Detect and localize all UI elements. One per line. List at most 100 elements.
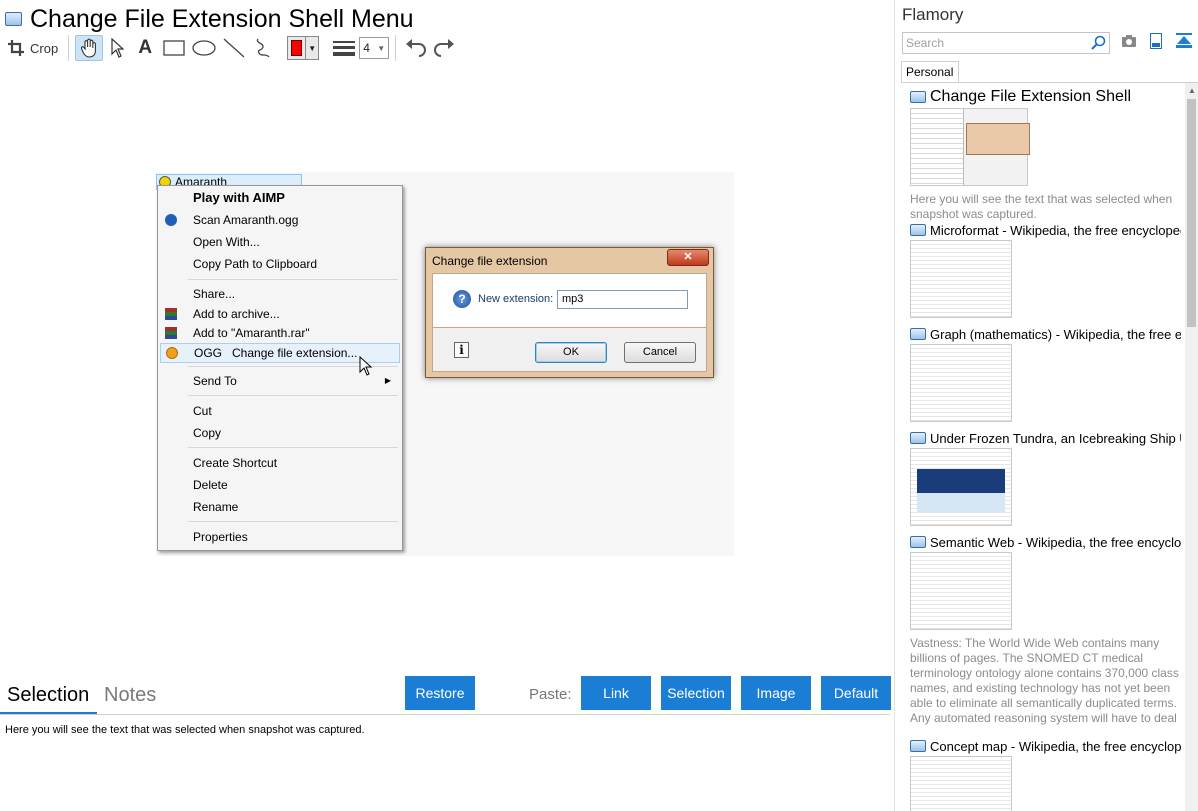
menu-item-label: Copy	[193, 426, 222, 440]
toolbar-separator	[395, 35, 397, 61]
search-input[interactable]: Search	[902, 32, 1110, 54]
snapshot-title-text: Change File Extension Shell	[930, 88, 1132, 105]
snapshot-thumbnail	[910, 108, 1030, 186]
menu-item-play-aimp[interactable]: Play with AIMP	[160, 188, 400, 208]
snapshot-card[interactable]: Change File Extension Shell Here you wil…	[910, 87, 1181, 222]
menu-item-open-with[interactable]: Open With...	[160, 232, 400, 252]
rectangle-tool-button[interactable]	[159, 35, 189, 61]
page-icon	[910, 740, 926, 752]
menu-item-label: Scan Amaranth.ogg	[193, 213, 299, 227]
snapshot-card[interactable]: Concept map - Wikipedia, the free encycl…	[910, 737, 1181, 811]
text-tool-button[interactable]: A	[131, 35, 159, 61]
snapshot-title-text: Graph (mathematics) - Wikipedia, the fre…	[930, 326, 1181, 342]
line-tool-button[interactable]	[219, 35, 249, 61]
dialog-close-button[interactable]: ✕	[667, 249, 709, 266]
snapshot-title: Change File Extension Shell	[910, 87, 1181, 107]
freehand-tool-button[interactable]	[249, 35, 277, 61]
change-extension-dialog: Change file extension ✕ ? New extension:…	[425, 247, 714, 378]
snapshot-card[interactable]: Graph (mathematics) - Wikipedia, the fre…	[910, 325, 1181, 422]
menu-item-cut[interactable]: Cut	[160, 401, 400, 421]
redo-button[interactable]	[430, 35, 458, 61]
restore-button[interactable]: Restore	[405, 676, 475, 710]
menu-item-create-shortcut[interactable]: Create Shortcut	[160, 453, 400, 473]
question-icon: ?	[453, 290, 471, 308]
hand-icon	[81, 38, 97, 58]
snapshot-card[interactable]: Semantic Web - Wikipedia, the free encyc…	[910, 533, 1181, 726]
tab-notes[interactable]: Notes	[104, 684, 156, 707]
toolbar-separator	[68, 35, 70, 61]
paste-selection-button[interactable]: Selection	[661, 676, 731, 710]
tab-selection[interactable]: Selection	[7, 684, 89, 707]
ok-button[interactable]: OK	[535, 342, 607, 363]
crop-label: Crop	[30, 40, 59, 56]
menu-item-rename[interactable]: Rename	[160, 497, 400, 517]
ogg-icon	[166, 347, 178, 359]
undo-icon	[406, 39, 427, 57]
sidebar-tabs-divider	[901, 82, 1198, 83]
scroll-up-icon[interactable]: ▲	[1188, 86, 1196, 95]
info-icon[interactable]: i	[454, 342, 469, 358]
menu-item-add-rar[interactable]: Add to "Amaranth.rar"	[160, 323, 400, 343]
line-width-icon	[333, 41, 356, 56]
bottom-panel: Selection Notes Restore Paste: Link Sele…	[0, 676, 894, 715]
menu-item-label: Cut	[193, 404, 212, 418]
snapshot-list: Change File Extension Shell Here you wil…	[910, 87, 1181, 811]
menu-separator	[188, 447, 398, 448]
tab-personal[interactable]: Personal	[901, 61, 959, 83]
crop-button[interactable]: Crop	[4, 35, 62, 61]
snapshot-thumbnail	[910, 756, 1012, 811]
menu-separator	[188, 521, 398, 522]
camera-icon[interactable]	[1122, 35, 1136, 47]
snapshot-title: Concept map - Wikipedia, the free encycl…	[910, 737, 1181, 755]
ellipse-tool-button[interactable]	[189, 35, 219, 61]
snapshot-title: Under Frozen Tundra, an Icebreaking Ship…	[910, 429, 1181, 447]
paste-image-button[interactable]: Image	[741, 676, 811, 710]
collapse-top-icon[interactable]	[1176, 33, 1192, 49]
snapshot-card[interactable]: Under Frozen Tundra, an Icebreaking Ship…	[910, 429, 1181, 526]
scrollbar-thumb[interactable]	[1187, 99, 1196, 327]
menu-item-copy[interactable]: Copy	[160, 423, 400, 443]
line-width-select[interactable]: 4 ▼	[359, 37, 390, 59]
crop-icon	[8, 40, 24, 56]
menu-item-label: Add to "Amaranth.rar"	[193, 326, 310, 340]
document-icon[interactable]	[1150, 33, 1162, 49]
undo-button[interactable]	[402, 35, 430, 61]
sidebar-scrollbar[interactable]: ▲	[1185, 83, 1198, 811]
page-icon	[910, 536, 926, 548]
menu-item-scan[interactable]: Scan Amaranth.ogg	[160, 210, 400, 230]
menu-item-properties[interactable]: Properties	[160, 527, 400, 547]
menu-item-label: Open With...	[193, 235, 260, 249]
page-title: Change File Extension Shell Menu	[30, 4, 414, 33]
menu-item-add-archive[interactable]: Add to archive...	[160, 304, 400, 324]
snapshot-card[interactable]: Microformat - Wikipedia, the free encycl…	[910, 221, 1181, 318]
menu-item-label: Rename	[193, 500, 239, 514]
color-picker[interactable]: ▼	[287, 36, 320, 60]
menu-item-label: Delete	[193, 478, 228, 492]
winrar-icon	[165, 308, 177, 320]
menu-item-label: Properties	[193, 530, 248, 544]
paste-default-button[interactable]: Default	[821, 676, 891, 710]
text-tool-icon: A	[138, 37, 153, 58]
rectangle-icon	[163, 40, 185, 56]
tabs-divider	[0, 714, 890, 715]
cancel-button[interactable]: Cancel	[624, 342, 696, 363]
select-tool-button[interactable]	[103, 35, 131, 61]
chevron-down-icon: ▼	[305, 37, 318, 59]
menu-item-share[interactable]: Share...	[160, 284, 400, 304]
app-icon	[5, 12, 22, 26]
menu-item-delete[interactable]: Delete	[160, 475, 400, 495]
annotation-toolbar: Crop A ▼ 4 ▼	[4, 34, 458, 62]
page-icon	[910, 224, 926, 236]
snapshot-title-text: Concept map - Wikipedia, the free encycl…	[930, 738, 1181, 754]
menu-separator	[188, 279, 398, 280]
chevron-right-icon: ▶	[384, 376, 391, 385]
redo-icon	[434, 39, 455, 57]
hand-tool-button[interactable]	[75, 35, 104, 61]
line-width-button[interactable]	[329, 35, 359, 61]
flamory-sidebar: Flamory Search Personal ▲ Change File Ex…	[894, 0, 1198, 811]
mouse-cursor-icon	[359, 356, 373, 376]
extension-input[interactable]: mp3	[557, 290, 688, 309]
paste-link-button[interactable]: Link	[581, 676, 651, 710]
snapshot-title: Semantic Web - Wikipedia, the free encyc…	[910, 533, 1181, 551]
menu-item-copy-path[interactable]: Copy Path to Clipboard	[160, 254, 400, 274]
